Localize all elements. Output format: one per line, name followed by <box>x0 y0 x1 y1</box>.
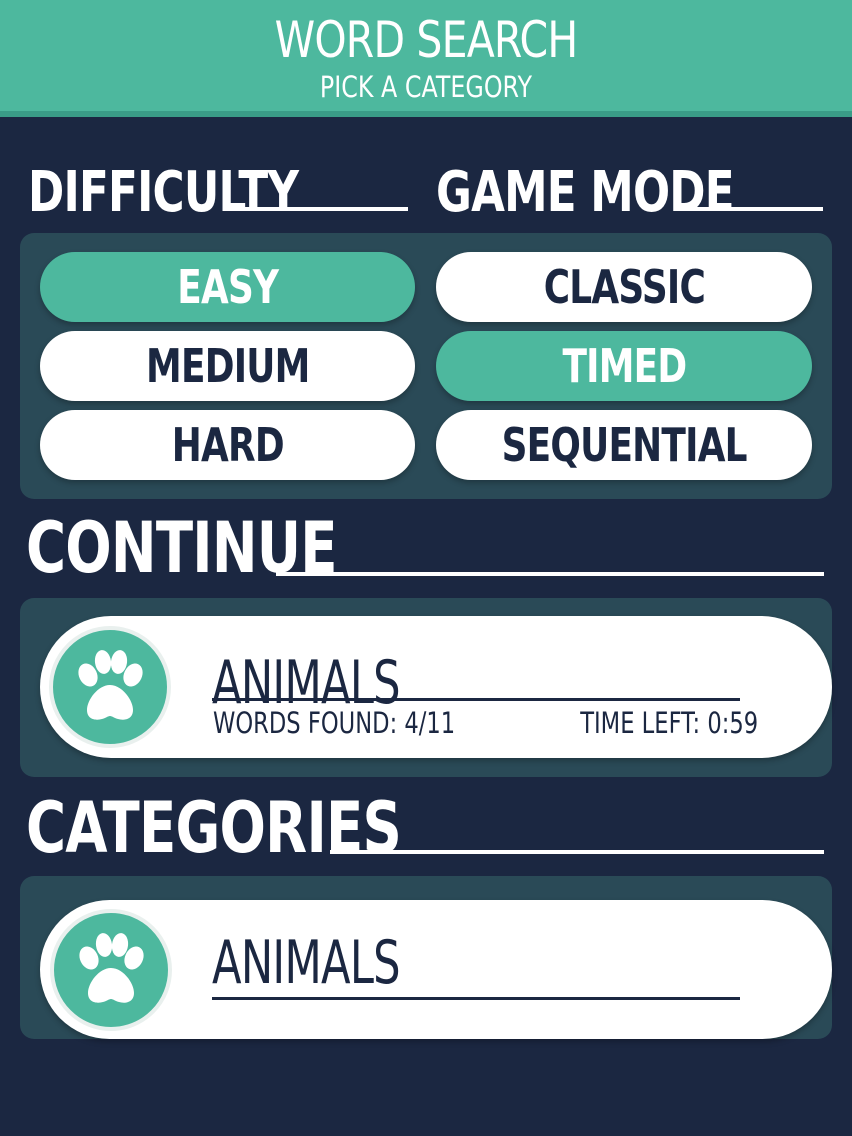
categories-divider <box>330 850 824 854</box>
app-header: WORD SEARCH PICK A CATEGORY <box>0 0 852 117</box>
category-badge <box>49 626 171 748</box>
difficulty-hard-button[interactable]: HARD <box>40 410 415 480</box>
difficulty-divider <box>245 207 408 211</box>
continue-card-divider <box>212 698 740 701</box>
mode-timed-label: TIMED <box>562 339 687 393</box>
mode-classic-label: CLASSIC <box>543 260 705 314</box>
game-mode-divider <box>678 207 823 211</box>
continue-game-card[interactable]: ANIMALS WORDS FOUND: 4/11 TIME LEFT: 0:5… <box>40 616 832 758</box>
categories-heading: CATEGORIES <box>26 787 402 869</box>
words-found-text: WORDS FOUND: 4/11 <box>213 706 456 740</box>
time-left-text: TIME LEFT: 0:59 <box>580 706 758 740</box>
categories-panel: ANIMALS <box>20 876 832 1039</box>
category-card-divider <box>212 997 740 1000</box>
difficulty-easy-button[interactable]: EASY <box>40 252 415 322</box>
continue-divider <box>276 572 824 576</box>
options-panel: EASY MEDIUM HARD CLASSIC TIMED SEQUENTIA… <box>20 233 832 499</box>
category-badge <box>50 909 172 1031</box>
mode-sequential-button[interactable]: SEQUENTIAL <box>436 410 812 480</box>
continue-panel: ANIMALS WORDS FOUND: 4/11 TIME LEFT: 0:5… <box>20 598 832 777</box>
paw-icon <box>78 650 143 720</box>
difficulty-easy-label: EASY <box>177 260 279 314</box>
mode-classic-button[interactable]: CLASSIC <box>436 252 812 322</box>
difficulty-medium-label: MEDIUM <box>145 339 310 393</box>
category-card-animals[interactable]: ANIMALS <box>40 900 832 1039</box>
paw-icon <box>79 933 144 1003</box>
difficulty-heading: DIFFICULTY <box>28 160 299 225</box>
difficulty-medium-button[interactable]: MEDIUM <box>40 331 415 401</box>
mode-timed-button[interactable]: TIMED <box>436 331 812 401</box>
game-mode-heading: GAME MODE <box>436 160 735 225</box>
app-title: WORD SEARCH <box>274 11 579 69</box>
app-subtitle: PICK A CATEGORY <box>319 70 533 104</box>
difficulty-hard-label: HARD <box>171 418 284 472</box>
mode-sequential-label: SEQUENTIAL <box>501 418 747 472</box>
category-name: ANIMALS <box>212 928 401 998</box>
